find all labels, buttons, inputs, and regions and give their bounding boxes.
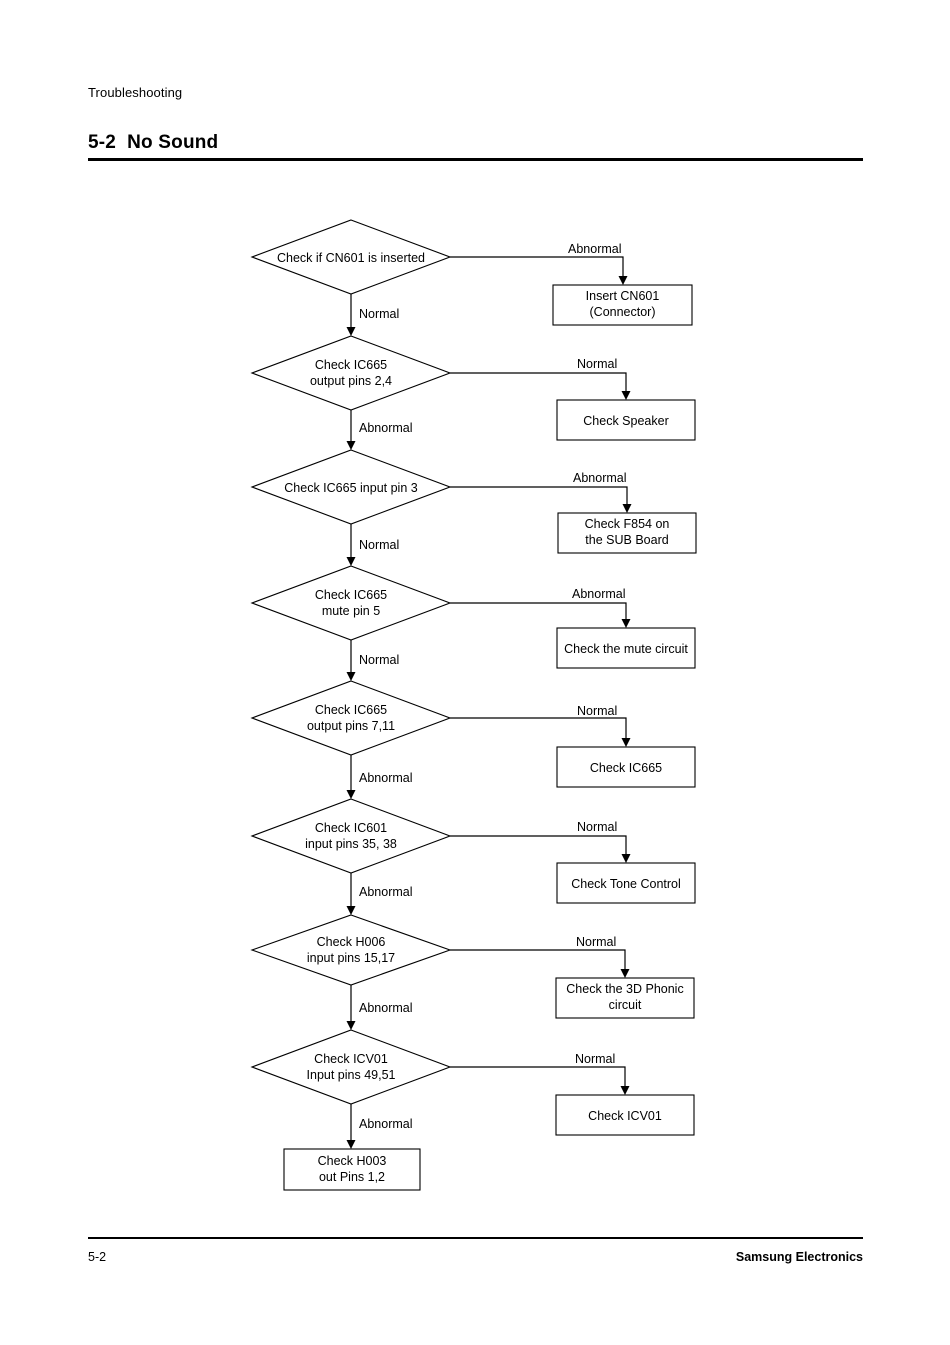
decision-node-d8: Check ICV01 Input pins 49,51 — [250, 1029, 452, 1105]
decision-d8-line-0: Check ICV01 — [314, 1052, 388, 1066]
result-box-b7: Check the 3D Phonic circuit — [555, 977, 695, 1019]
terminal-b9-line-0: Check H003 — [318, 1154, 387, 1168]
result-b7-line-0: Check the 3D Phonic — [566, 982, 683, 996]
edge-label-d2-down: Abnormal — [359, 421, 413, 435]
edge-d4-down: Normal — [346, 640, 399, 681]
result-b3-line-0: Check F854 on — [585, 517, 670, 531]
edge-label-d2-right: Normal — [577, 357, 617, 371]
result-box-b4: Check the mute circuit — [556, 627, 696, 669]
decision-d7-line-0: Check H006 — [317, 935, 386, 949]
edge-label-d5-right: Normal — [577, 704, 617, 718]
result-box-b6: Check Tone Control — [556, 862, 696, 904]
result-b8-line-0: Check ICV01 — [588, 1109, 662, 1123]
result-box-b3: Check F854 on the SUB Board — [557, 512, 697, 554]
edge-d5-down: Abnormal — [346, 755, 413, 799]
footer-page-number: 5-2 — [88, 1250, 107, 1264]
result-b6-line-0: Check Tone Control — [571, 877, 681, 891]
edge-label-d4-right: Abnormal — [572, 587, 626, 601]
terminal-b9-line-1: out Pins 1,2 — [319, 1170, 385, 1184]
edge-label-d7-down: Abnormal — [359, 1001, 413, 1015]
result-box-b5: Check IC665 — [556, 746, 696, 788]
decision-d5-line-0: Check IC665 — [315, 703, 387, 717]
decision-d8-line-1: Input pins 49,51 — [307, 1068, 396, 1082]
decision-d1-line-0: Check if CN601 is inserted — [277, 251, 425, 265]
edge-label-d8-right: Normal — [575, 1052, 615, 1066]
result-b7-line-1: circuit — [609, 998, 642, 1012]
edge-d5-right: Normal — [450, 704, 631, 747]
result-box-b8: Check ICV01 — [555, 1094, 695, 1136]
footer-company: Samsung Electronics — [735, 1250, 863, 1264]
edge-d6-down: Abnormal — [346, 873, 413, 915]
result-b3-line-1: the SUB Board — [585, 533, 668, 547]
decision-d4-line-1: mute pin 5 — [322, 604, 380, 618]
troubleshooting-flowchart: Check if CN601 is inserted Abnormal Norm… — [250, 219, 697, 1191]
decision-node-d4: Check IC665 mute pin 5 — [250, 565, 452, 641]
edge-label-d7-right: Normal — [576, 935, 616, 949]
edge-d7-right: Normal — [450, 935, 630, 978]
footer-rule — [88, 1237, 863, 1239]
edge-d7-down: Abnormal — [346, 985, 413, 1030]
decision-d4-line-0: Check IC665 — [315, 588, 387, 602]
decision-node-d6: Check IC601 input pins 35, 38 — [250, 798, 452, 874]
edge-label-d3-right: Abnormal — [573, 471, 627, 485]
edge-d3-down: Normal — [346, 524, 399, 566]
document-page: Troubleshooting 5-2 No Sound Check if CN6… — [0, 0, 950, 1345]
result-b2-line-0: Check Speaker — [583, 414, 668, 428]
edge-d6-right: Normal — [450, 820, 631, 863]
decision-node-d3: Check IC665 input pin 3 — [250, 449, 452, 525]
decision-d6-line-0: Check IC601 — [315, 821, 387, 835]
edge-label-d3-down: Normal — [359, 538, 399, 552]
decision-node-d2: Check IC665 output pins 2,4 — [250, 335, 452, 411]
result-box-b1: Insert CN601 (Connector) — [552, 284, 693, 326]
edge-d2-down: Abnormal — [346, 410, 413, 450]
edge-label-d6-right: Normal — [577, 820, 617, 834]
decision-d5-line-1: output pins 7,11 — [307, 719, 395, 733]
result-b1-line-1: (Connector) — [590, 305, 656, 319]
edge-label-d8-down: Abnormal — [359, 1117, 413, 1131]
decision-d6-line-1: input pins 35, 38 — [305, 837, 397, 851]
edge-label-d5-down: Abnormal — [359, 771, 413, 785]
decision-d2-line-0: Check IC665 — [315, 358, 387, 372]
edge-label-d1-right: Abnormal — [568, 242, 622, 256]
edge-d8-down: Abnormal — [346, 1104, 413, 1149]
result-b5-line-0: Check IC665 — [590, 761, 662, 775]
decision-node-d7: Check H006 input pins 15,17 — [250, 914, 452, 986]
edge-d8-right: Normal — [450, 1052, 630, 1095]
edge-label-d6-down: Abnormal — [359, 885, 413, 899]
result-b4-line-0: Check the mute circuit — [564, 642, 688, 656]
decision-node-d5: Check IC665 output pins 7,11 — [250, 680, 452, 756]
result-b1-line-0: Insert CN601 — [586, 289, 660, 303]
edge-d4-right: Abnormal — [450, 587, 631, 628]
decision-d2-line-1: output pins 2,4 — [310, 374, 392, 388]
edge-d1-down: Normal — [346, 294, 399, 336]
decision-node-d1: Check if CN601 is inserted — [250, 219, 452, 295]
edge-d3-right: Abnormal — [450, 471, 632, 513]
terminal-box-b9: Check H003 out Pins 1,2 — [283, 1148, 421, 1191]
edge-d2-right: Normal — [450, 357, 631, 400]
decision-d7-line-1: input pins 15,17 — [307, 951, 395, 965]
edge-label-d1-down: Normal — [359, 307, 399, 321]
result-box-b2: Check Speaker — [556, 399, 696, 441]
decision-d3-line-0: Check IC665 input pin 3 — [284, 481, 417, 495]
edge-label-d4-down: Normal — [359, 653, 399, 667]
edge-d1-right: Abnormal — [450, 242, 628, 285]
